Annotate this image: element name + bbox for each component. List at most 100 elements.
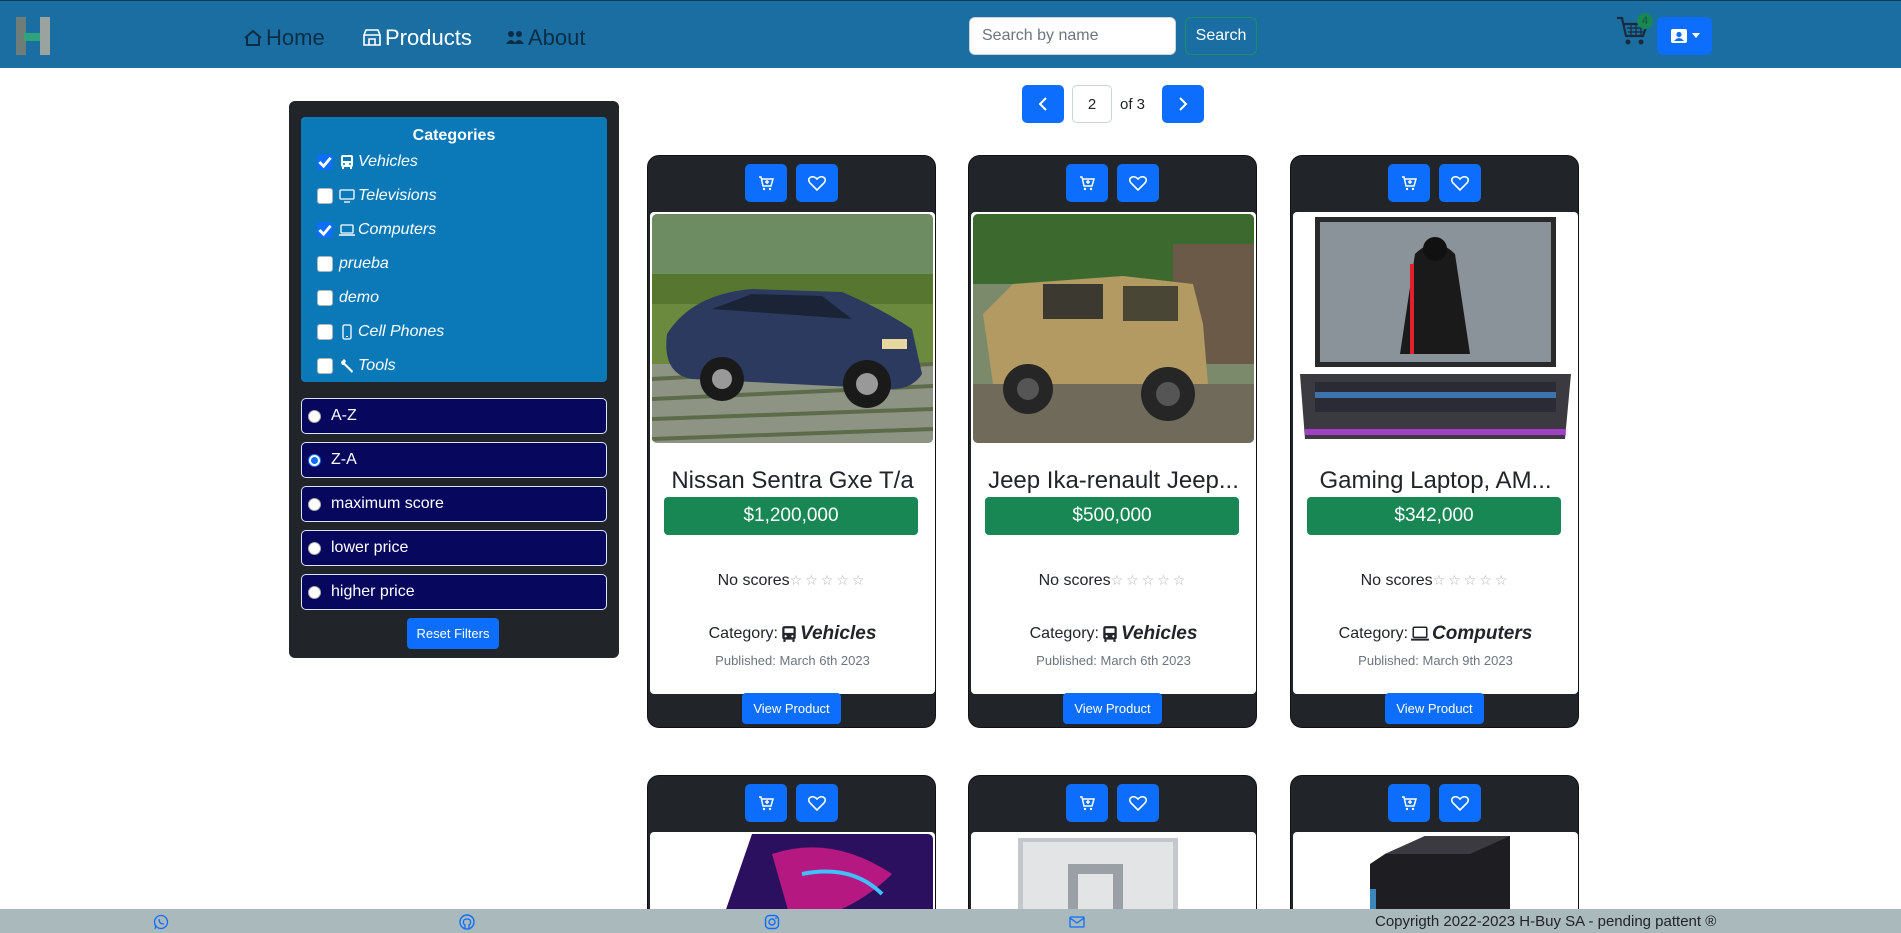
product-name[interactable]: Jeep Ika-renault Jeep... xyxy=(971,467,1256,495)
add-to-favorites-button[interactable] xyxy=(1439,164,1481,202)
add-to-cart-button[interactable] xyxy=(1066,164,1108,202)
product-category: Category: Computers xyxy=(1293,623,1578,645)
search-input[interactable] xyxy=(969,17,1176,55)
product-category: Category: Vehicles xyxy=(650,623,935,645)
nav-products-link[interactable]: Products xyxy=(362,25,472,51)
instagram-icon[interactable] xyxy=(764,914,780,930)
category-demo[interactable]: demo xyxy=(317,289,379,307)
chevron-left-icon xyxy=(1038,97,1047,111)
house-icon xyxy=(244,29,262,46)
reset-filters-button[interactable]: Reset Filters xyxy=(407,618,499,649)
category-computers[interactable]: Computers xyxy=(317,221,436,239)
view-product-button[interactable]: View Product xyxy=(1063,693,1162,724)
sort-option-label: lower price xyxy=(331,539,409,556)
sort-option-a-z[interactable]: A-Z xyxy=(301,398,607,434)
add-to-favorites-button[interactable] xyxy=(1117,784,1159,822)
add-to-favorites-button[interactable] xyxy=(796,164,838,202)
sort-radio[interactable] xyxy=(308,453,321,467)
user-menu-button[interactable] xyxy=(1657,17,1712,55)
category-label: Tools xyxy=(358,357,396,374)
tools-checkbox[interactable] xyxy=(317,358,333,374)
product-card: Gaming Laptop, AM... $342,000 No scores☆… xyxy=(1290,155,1579,728)
televisions-checkbox[interactable] xyxy=(317,188,333,204)
chevron-right-icon xyxy=(1179,97,1188,111)
sort-option-label: higher price xyxy=(331,583,415,600)
sort-option-higher-price[interactable]: higher price xyxy=(301,574,607,610)
product-price: $342,000 xyxy=(1307,497,1561,535)
category-vehicles[interactable]: Vehicles xyxy=(317,153,418,171)
heart-icon xyxy=(1129,175,1147,191)
sort-option-lower-price[interactable]: lower price xyxy=(301,530,607,566)
demo-checkbox[interactable] xyxy=(317,290,333,306)
heart-icon xyxy=(808,795,826,811)
sort-option-z-a[interactable]: Z-A xyxy=(301,442,607,478)
category-name: Vehicles xyxy=(799,623,877,644)
product-image[interactable] xyxy=(973,214,1254,443)
footer: Copyrigth 2022-2023 H-Buy SA - pending p… xyxy=(0,909,1901,933)
page-total-text: of 3 xyxy=(1120,96,1146,113)
computers-checkbox[interactable] xyxy=(317,222,333,238)
whatsapp-icon[interactable] xyxy=(153,914,169,930)
product-category: Category: Vehicles xyxy=(971,623,1256,645)
scores-label: No scores xyxy=(1360,572,1433,589)
sort-radio[interactable] xyxy=(308,409,321,423)
add-to-cart-button[interactable] xyxy=(745,164,787,202)
user-card-icon xyxy=(1670,29,1687,43)
add-to-cart-button[interactable] xyxy=(1388,784,1430,822)
category-cell-phones[interactable]: Cell Phones xyxy=(317,323,444,341)
add-to-cart-button[interactable] xyxy=(745,784,787,822)
shop-icon xyxy=(363,29,381,46)
category-label: Vehicles xyxy=(358,153,418,170)
product-name[interactable]: Nissan Sentra Gxe T/a xyxy=(650,467,935,495)
sort-radio[interactable] xyxy=(308,585,321,599)
github-icon[interactable] xyxy=(459,914,475,930)
view-product-button[interactable]: View Product xyxy=(742,693,841,724)
add-to-favorites-button[interactable] xyxy=(1117,164,1159,202)
product-image[interactable] xyxy=(1295,214,1576,443)
next-page-button[interactable] xyxy=(1162,85,1204,123)
star-rating-icon: ☆☆☆☆☆ xyxy=(1110,572,1189,588)
prev-page-button[interactable] xyxy=(1022,85,1064,123)
prueba-checkbox[interactable] xyxy=(317,256,333,272)
add-to-cart-button[interactable] xyxy=(1388,164,1430,202)
sort-option-label: Z-A xyxy=(331,451,357,468)
vehicles-checkbox[interactable] xyxy=(317,154,333,170)
logo[interactable] xyxy=(16,17,52,55)
cart-plus-icon xyxy=(1080,176,1095,191)
add-to-cart-button[interactable] xyxy=(1066,784,1108,822)
wrench-icon xyxy=(341,359,353,373)
nav-about-link[interactable]: About xyxy=(505,25,586,51)
view-product-button[interactable]: View Product xyxy=(1385,693,1484,724)
page-number-input[interactable] xyxy=(1072,85,1112,123)
product-scores: No scores☆☆☆☆☆ xyxy=(971,572,1256,590)
sort-radio[interactable] xyxy=(308,541,321,555)
search-button[interactable]: Search xyxy=(1185,17,1257,55)
cart-count-badge: 4 xyxy=(1637,13,1653,29)
category-televisions[interactable]: Televisions xyxy=(317,187,437,205)
heart-icon xyxy=(808,175,826,191)
category-prefix: Category: xyxy=(1338,625,1409,642)
cart-plus-icon xyxy=(1402,796,1417,811)
category-prueba[interactable]: prueba xyxy=(317,255,389,273)
add-to-favorites-button[interactable] xyxy=(796,784,838,822)
scores-label: No scores xyxy=(1038,572,1111,589)
star-rating-icon: ☆☆☆☆☆ xyxy=(1432,572,1511,588)
sort-option-label: A-Z xyxy=(331,407,357,424)
product-image[interactable] xyxy=(652,214,933,443)
category-label: Cell Phones xyxy=(358,323,445,340)
cart-plus-icon xyxy=(1402,176,1417,191)
sort-radio[interactable] xyxy=(308,497,321,511)
nav-home-link[interactable]: Home xyxy=(243,25,325,51)
product-name[interactable]: Gaming Laptop, AM... xyxy=(1293,467,1578,495)
nav-about-label: About xyxy=(528,25,586,50)
email-icon[interactable] xyxy=(1069,914,1085,930)
nav-products-label: Products xyxy=(385,25,472,50)
category-tools[interactable]: Tools xyxy=(317,357,396,375)
navbar: Home Products About Search 4 xyxy=(0,0,1901,68)
cell-phones-checkbox[interactable] xyxy=(317,324,333,340)
product-card: Jeep Ika-renault Jeep... $500,000 No sco… xyxy=(968,155,1257,728)
laptop-icon xyxy=(1411,626,1430,641)
bus-icon xyxy=(1103,626,1117,642)
sort-option-maximum-score[interactable]: maximum score xyxy=(301,486,607,522)
add-to-favorites-button[interactable] xyxy=(1439,784,1481,822)
